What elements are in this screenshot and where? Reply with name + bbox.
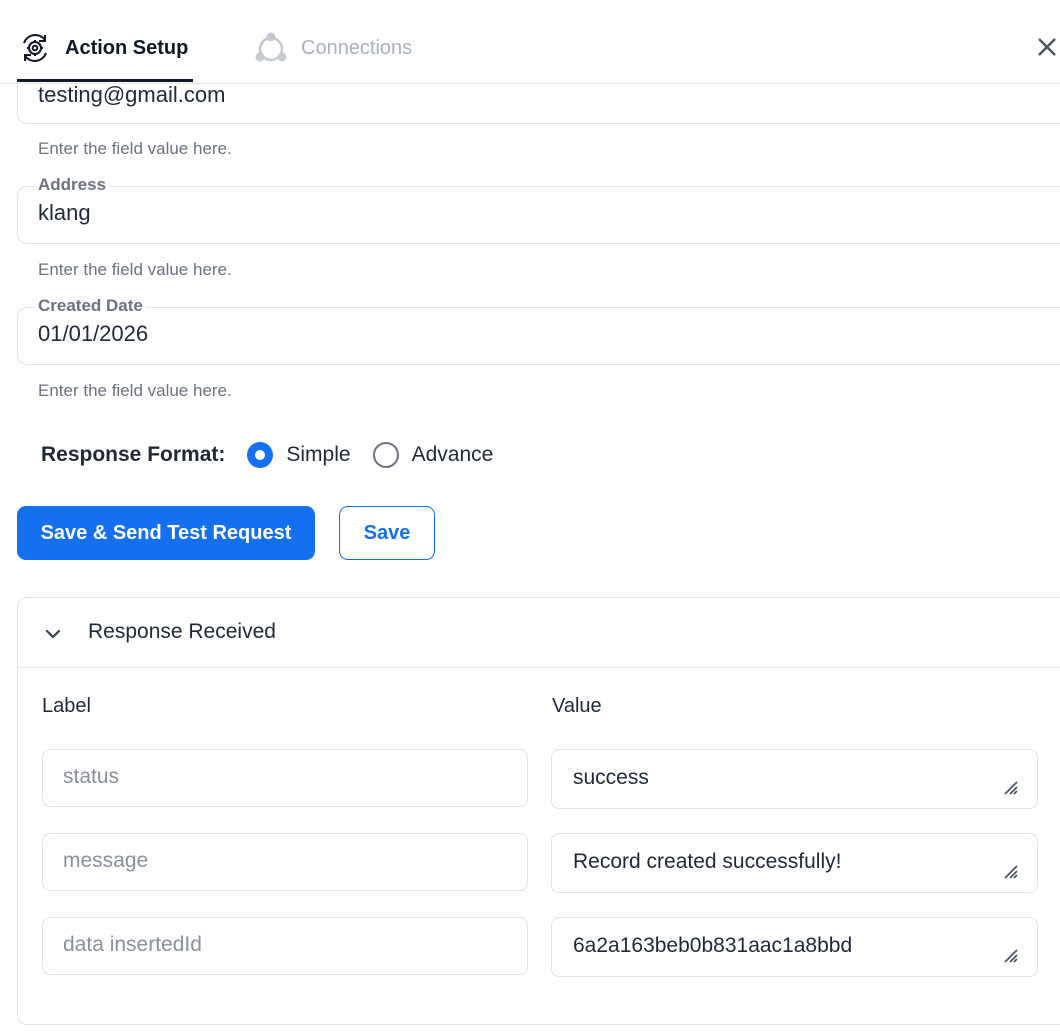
radio-advance[interactable]: Advance xyxy=(372,442,494,468)
close-button[interactable] xyxy=(1034,32,1060,62)
gear-sync-icon xyxy=(23,34,47,62)
created-date-field-label: Created Date xyxy=(35,296,146,316)
save-button[interactable]: Save xyxy=(339,506,435,560)
tab-connections-label: Connections xyxy=(301,36,413,59)
response-label-message[interactable]: message xyxy=(42,833,528,891)
response-label-text: message xyxy=(63,849,149,872)
radio-advance-label: Advance xyxy=(411,443,494,466)
response-format-group: Response Format: Simple Advance xyxy=(41,440,515,470)
response-label-status[interactable]: status xyxy=(42,749,528,807)
address-field[interactable]: Address klang xyxy=(17,175,1060,244)
response-received-title: Response Received xyxy=(88,620,276,643)
resize-handle-icon[interactable] xyxy=(1003,780,1019,796)
response-label-text: data insertedId xyxy=(63,933,202,956)
active-tab-indicator xyxy=(17,79,193,82)
response-value-inserted-id[interactable]: 6a2a163beb0b831aac1a8bbd xyxy=(551,917,1038,977)
save-send-test-request-button[interactable]: Save & Send Test Request xyxy=(17,506,315,560)
label-column-header: Label xyxy=(42,695,91,717)
chevron-down-icon xyxy=(45,629,61,639)
response-value-status[interactable]: success xyxy=(551,749,1038,809)
response-received-toggle[interactable]: Response Received xyxy=(18,598,1060,668)
response-format-label: Response Format: xyxy=(41,443,226,466)
response-value-text: Record created successfully! xyxy=(573,850,842,873)
address-field-helper: Enter the field value here. xyxy=(38,260,232,279)
address-field-label: Address xyxy=(35,175,110,195)
email-field-value: testing@gmail.com xyxy=(38,82,226,107)
connections-icon xyxy=(255,32,287,62)
created-date-field-value: 01/01/2026 xyxy=(38,321,149,346)
response-received-panel: Response Received Label Value status suc… xyxy=(17,597,1060,1025)
value-column-header: Value xyxy=(552,695,602,717)
radio-simple-label: Simple xyxy=(286,443,351,466)
resize-handle-icon[interactable] xyxy=(1003,948,1019,964)
email-field-helper: Enter the field value here. xyxy=(38,139,232,158)
address-field-value: klang xyxy=(38,200,91,225)
created-date-field-helper: Enter the field value here. xyxy=(38,381,232,400)
radio-unchecked-icon xyxy=(372,442,399,468)
created-date-field[interactable]: Created Date 01/01/2026 xyxy=(17,296,1060,365)
radio-simple[interactable]: Simple xyxy=(247,442,351,468)
tab-connections[interactable]: Connections xyxy=(254,28,412,68)
response-value-text: success xyxy=(573,766,649,789)
response-label-inserted-id[interactable]: data insertedId xyxy=(42,917,528,975)
close-icon xyxy=(1038,38,1056,56)
radio-checked-icon xyxy=(247,442,274,468)
tab-action-setup-label: Action Setup xyxy=(65,36,189,59)
response-value-message[interactable]: Record created successfully! xyxy=(551,833,1038,893)
response-value-text: 6a2a163beb0b831aac1a8bbd xyxy=(573,934,853,957)
panel-header-tabs: Action Setup Connections xyxy=(0,0,1060,84)
resize-handle-icon[interactable] xyxy=(1003,864,1019,880)
response-label-text: status xyxy=(63,765,120,788)
tab-action-setup[interactable]: Action Setup xyxy=(18,28,188,68)
